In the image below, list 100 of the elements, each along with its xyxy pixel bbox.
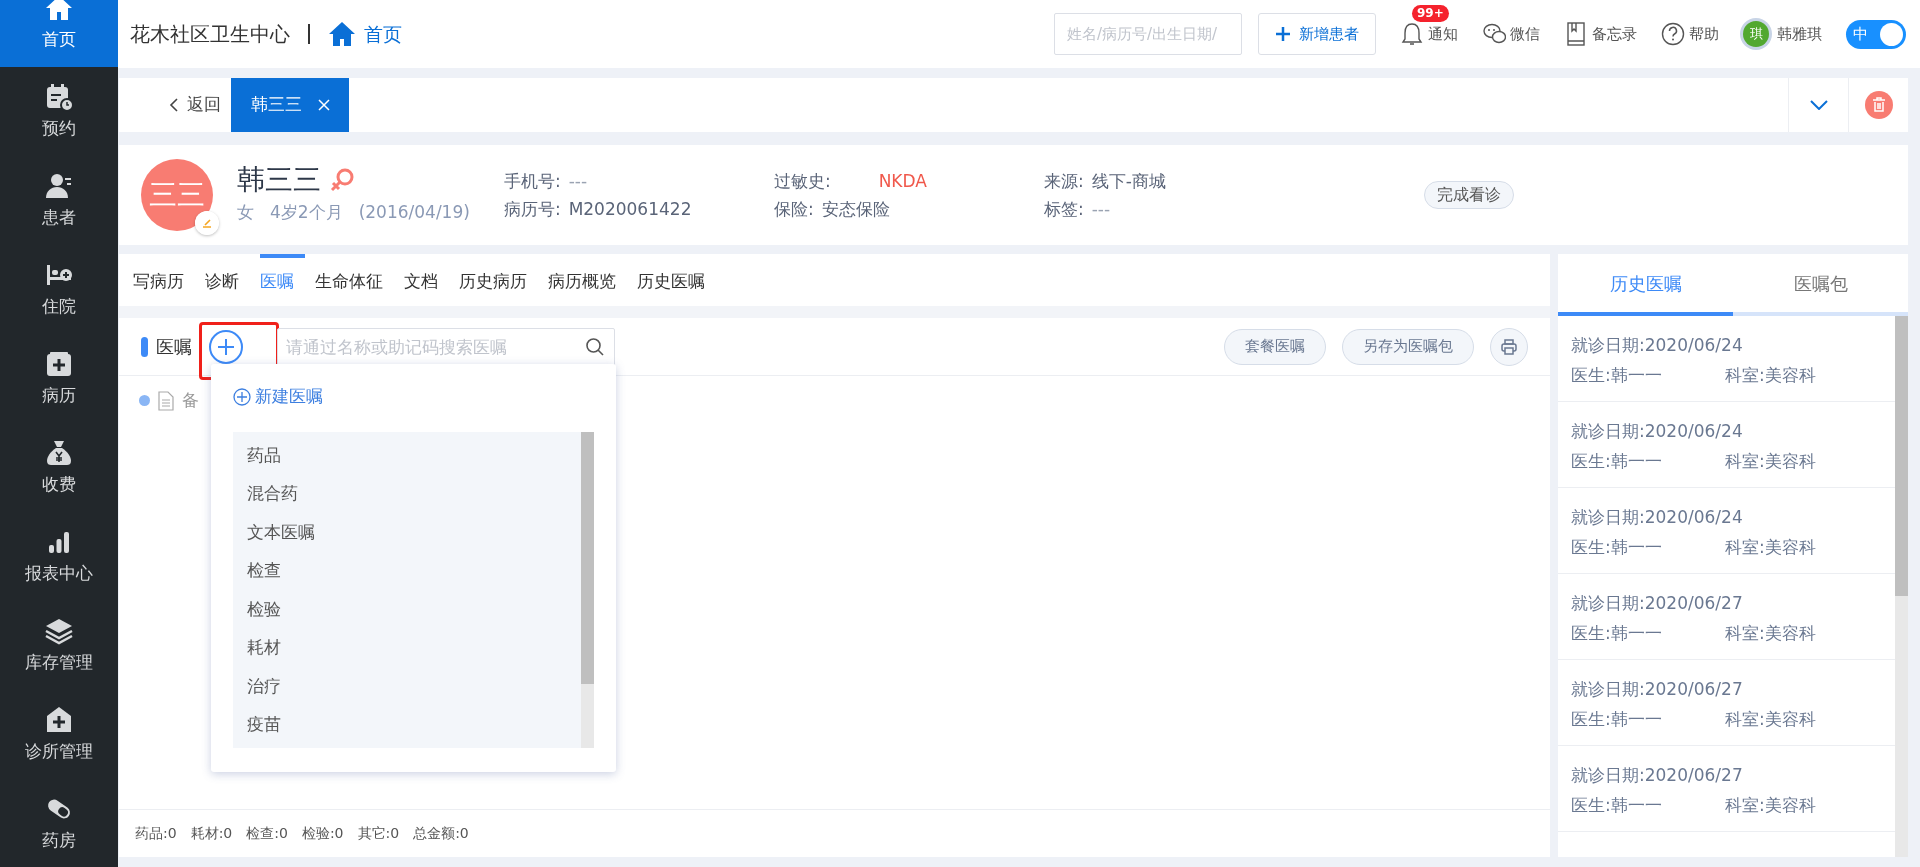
scrollbar-thumb[interactable] [581,431,594,684]
chevron-left-icon [169,97,179,113]
summary-item: 药品:0 [135,824,177,843]
breadcrumb-link[interactable]: 首页 [328,19,402,49]
record-tab[interactable]: 文档 [404,254,449,306]
menu-item[interactable]: 耗材 [233,628,581,667]
visit-doctor: 医生:韩一一 [1571,536,1663,559]
visit-date: 就诊日期:2020/06/27 [1571,592,1744,615]
visit-date: 就诊日期:2020/06/27 [1571,678,1744,701]
order-action-button[interactable]: 另存为医嘱包 [1342,328,1474,365]
close-icon [317,99,330,111]
field-value: NKDA [878,170,927,193]
bell-icon [1400,21,1424,47]
field-value: M2020061422 [568,198,692,221]
empty-value-hint: --- [568,170,588,193]
calendar-clock-icon [44,81,74,112]
sidebar-item[interactable]: 患者 [0,156,118,245]
female-icon [329,167,355,194]
patient-age: 4岁2个月 [270,200,343,224]
home-icon [328,21,356,47]
visit-department: 科室:美容科 [1725,451,1816,471]
plus-icon [217,337,235,356]
bullet-dot [139,395,150,407]
sidebar-item[interactable]: 药房 [0,779,118,867]
search-icon [585,336,605,357]
sidebar-item[interactable]: 病历 [0,334,118,423]
record-tab[interactable]: 病历概览 [548,254,627,306]
field-label: 来源: [1043,170,1084,193]
patient-tab[interactable]: 韩三三 [231,78,349,132]
print-icon [1500,337,1518,356]
user-avatar: 琪 [1743,21,1769,47]
field-label: 手机号: [503,170,561,193]
sidebar-item[interactable]: 预约 [0,67,118,156]
visit-department: 科室:美容科 [1725,537,1816,557]
back-link[interactable]: 返回 [119,78,231,132]
visit-date: 就诊日期:2020/06/27 [1571,764,1744,787]
field-value: 线下-商城 [1091,170,1166,193]
summary-item: 检查:0 [246,824,288,843]
note-label: 备 [182,389,199,412]
menu-item[interactable]: 文本医嘱 [233,512,581,551]
visit-doctor: 医生:韩一一 [1571,450,1663,473]
chevron-down-icon [1809,100,1828,110]
sidebar-item[interactable]: 诊所管理 [0,690,118,779]
print-button[interactable] [1490,327,1528,366]
sidebar-item[interactable]: 收费 [0,423,118,512]
history-tab[interactable]: 医嘱包 [1733,254,1908,316]
book-icon [1564,21,1588,47]
home-icon [44,0,74,23]
visit-department: 科室:美容科 [1725,623,1816,643]
menu-item[interactable]: 混合药 [233,474,581,513]
field-label: 病历号: [503,198,561,221]
visit-doctor: 医生:韩一一 [1571,364,1663,387]
toolbar-button[interactable]: 备忘录 [1564,21,1637,47]
plus-circle-icon [233,387,251,406]
visit-date: 就诊日期:2020/06/24 [1571,420,1744,443]
menu-item[interactable]: 治疗 [233,666,581,705]
plus-icon [1275,26,1291,42]
order-action-button[interactable]: 套餐医嘱 [1224,328,1326,365]
menu-item[interactable]: 药品 [233,435,581,474]
summary-item: 耗材:0 [190,824,233,843]
record-tab[interactable]: 历史病历 [459,254,538,306]
visit-department: 科室:美容科 [1725,709,1816,729]
house-plus-icon [44,704,74,735]
sidebar-item[interactable]: 首页 [0,0,118,67]
scrollbar-thumb[interactable] [1895,316,1908,596]
toolbar-button[interactable]: 微信 [1482,21,1540,47]
new-order-link[interactable]: 新建医嘱 [233,384,323,410]
help-icon [1661,21,1685,47]
field-label: 标签: [1043,198,1084,221]
sidebar-item[interactable]: 库存管理 [0,601,118,690]
toolbar-button[interactable]: 帮助 [1661,21,1719,47]
summary-item: 其它:0 [357,824,400,843]
history-tab[interactable]: 历史医嘱 [1558,254,1733,316]
menu-item[interactable]: 疫苗 [233,705,581,744]
record-tab[interactable]: 写病历 [133,254,195,306]
order-search-field[interactable]: 请通过名称或助记码搜索医嘱 [277,327,615,366]
visit-doctor: 医生:韩一一 [1571,794,1663,817]
record-tab[interactable]: 生命体征 [315,254,394,306]
summary-item: 检验:0 [301,824,344,843]
visit-department: 科室:美容科 [1725,365,1816,385]
add-order-button[interactable] [209,329,243,364]
finish-visit-button[interactable]: 完成看诊 [1423,181,1514,209]
summary-item: 总金额:0 [413,824,469,843]
record-tab[interactable]: 诊断 [205,254,250,306]
visit-department: 科室:美容科 [1725,795,1816,815]
empty-value-hint: --- [1091,198,1111,221]
search-field[interactable]: 姓名/病历号/出生日期/ [1054,13,1242,55]
visit-date: 就诊日期:2020/06/24 [1571,334,1744,357]
toolbar-button[interactable]: 通知 [1400,21,1458,47]
menu-item[interactable]: 检查 [233,551,581,590]
sidebar-item[interactable]: 住院 [0,245,118,334]
field-value: 安态保险 [821,198,890,221]
visit-date: 就诊日期:2020/06/24 [1571,506,1744,529]
visit-doctor: 医生:韩一一 [1571,622,1663,645]
record-tab[interactable]: 历史医嘱 [637,254,716,306]
visit-doctor: 医生:韩一一 [1571,708,1663,731]
menu-item[interactable]: 检验 [233,589,581,628]
record-tab[interactable]: 医嘱 [260,254,305,306]
new-patient-button[interactable]: 新增患者 [1258,13,1376,55]
sidebar-item[interactable]: 报表中心 [0,512,118,601]
